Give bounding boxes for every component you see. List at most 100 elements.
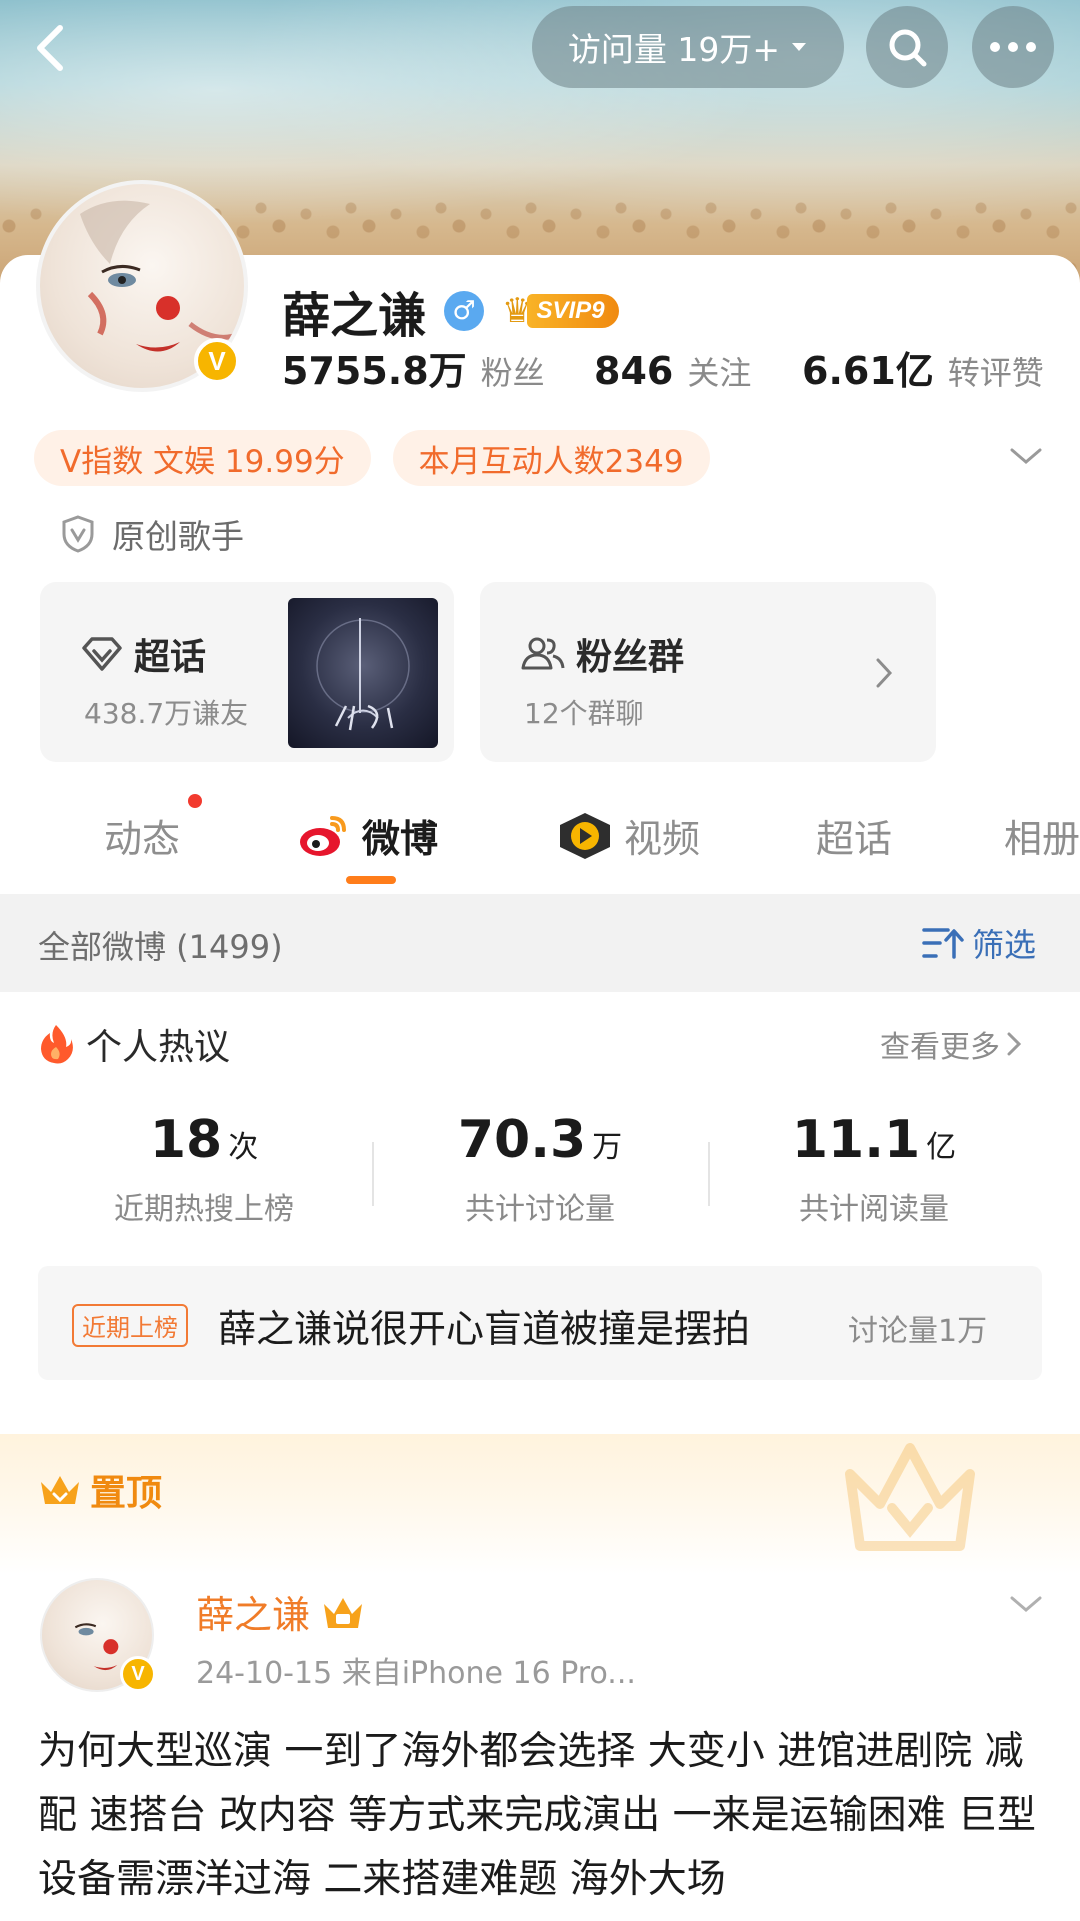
svip-crown-icon [324, 1597, 363, 1628]
fan-group-title: 粉丝群 [576, 637, 685, 678]
hot-stat-reads-desc: 共计阅读量 [799, 1192, 949, 1227]
tab-supertopic[interactable]: 超话 [816, 808, 892, 863]
supertopic-diamond-icon [82, 637, 122, 671]
stat-interactions-label: 转评赞 [947, 354, 1044, 392]
visit-count-button[interactable]: 访问量 19万+ [532, 6, 844, 88]
fan-group-card[interactable]: 粉丝群 12个群聊 [480, 582, 936, 762]
stat-followers-value: 5755.8万 [282, 349, 467, 393]
post-verified-badge: V [120, 1656, 156, 1692]
post-body-text[interactable]: 为何大型巡演 一到了海外都会选择 大变小 进馆进剧院 减配 速搭台 改内容 等方… [38, 1720, 1048, 1912]
svip-badge[interactable]: ♛ SVIP9 [502, 291, 619, 331]
stat-followers-label: 粉丝 [480, 354, 545, 392]
verification-row: 原创歌手 [60, 510, 244, 558]
hot-title: 个人热议 [86, 1027, 231, 1068]
divider [708, 1142, 710, 1206]
profile-tags: V指数 文娱 19.99分 本月互动人数2349 [34, 430, 710, 486]
pinned-label-row: 置顶 [38, 1464, 162, 1516]
crown-watermark-icon [845, 1443, 975, 1551]
tab-weibo-label: 微博 [362, 817, 439, 861]
weibo-logo-icon [300, 815, 346, 856]
back-button[interactable] [22, 18, 82, 78]
stat-interactions-value: 6.61亿 [802, 349, 934, 393]
visit-count-label: 访问量 19万+ [567, 30, 781, 69]
supertopic-card[interactable]: 超话 438.7万谦友 [40, 582, 454, 762]
chevron-right-icon [876, 658, 893, 688]
personal-hot-section: 个人热议 查看更多 18 次 近期热搜上榜 70.3 万 共计讨论量 11.1 亿 共… [0, 992, 1080, 1408]
filter-sort-icon [922, 928, 964, 959]
svip-label: SVIP9 [526, 294, 619, 328]
pinned-header: 置顶 [0, 1434, 1080, 1574]
stat-following-label: 关注 [687, 354, 752, 392]
profile-name: 薛之谦 [282, 288, 427, 344]
chevron-down-icon [1010, 1596, 1042, 1612]
feed-filter-bar: 全部微博 (1499) 筛选 [0, 894, 1080, 992]
post-author-name[interactable]: 薛之谦 [196, 1584, 310, 1639]
v-index-tag[interactable]: V指数 文娱 19.99分 [34, 430, 371, 486]
tab-album-label: 相册 [1004, 817, 1080, 861]
hot-stat-discussion: 70.3 万 共计讨论量 [410, 1110, 670, 1228]
all-posts-count[interactable]: 全部微博 (1499) [38, 922, 283, 968]
video-play-icon [560, 812, 610, 859]
hot-stat-trending-value: 18 [149, 1110, 223, 1170]
expand-profile-button[interactable] [1008, 444, 1044, 468]
stat-followers[interactable]: 5755.8万 粉丝 [282, 340, 610, 395]
stat-interactions[interactable]: 6.61亿 转评赞 [802, 340, 1044, 395]
chevron-down-icon [1010, 448, 1042, 464]
active-tab-indicator [346, 876, 396, 884]
hot-stat-trending-desc: 近期热搜上榜 [114, 1192, 294, 1227]
post-author-row: 薛之谦 [196, 1584, 366, 1639]
stat-following[interactable]: 846 关注 [594, 348, 818, 394]
stat-following-value: 846 [594, 349, 674, 393]
hot-stat-reads-value: 11.1 [791, 1110, 921, 1170]
tab-video-label: 视频 [624, 817, 701, 861]
fan-group-people-icon [521, 637, 565, 670]
more-button[interactable] [972, 6, 1054, 88]
more-dots-icon [990, 42, 1036, 52]
tab-supertopic-label: 超话 [816, 817, 893, 861]
view-more-link[interactable]: 查看更多 [880, 1022, 1022, 1066]
profile-stats: 5755.8万 粉丝 846 关注 6.61亿 转评赞 [282, 340, 1080, 395]
hot-title-row: 个人热议 [38, 1018, 230, 1070]
verified-badge: V [194, 338, 240, 384]
supertopic-title: 超话 [134, 637, 207, 678]
hot-stat-discussion-desc: 共计讨论量 [465, 1192, 615, 1227]
notification-dot [188, 794, 202, 808]
hot-stat-discussion-unit: 万 [592, 1130, 623, 1165]
filter-button[interactable]: 筛选 [922, 920, 1036, 966]
fan-group-title-row: 粉丝群 [520, 628, 684, 680]
back-arrow-icon [37, 25, 63, 71]
profile-name-row: 薛之谦 ♂ ♛ SVIP9 [282, 276, 619, 346]
verification-text: 原创歌手 [112, 517, 244, 556]
hot-stat-trending-unit: 次 [228, 1130, 259, 1165]
album-cover-art [316, 618, 410, 731]
supertopic-subtitle: 438.7万谦友 [84, 697, 249, 730]
shield-v-icon [62, 515, 94, 553]
view-more-label: 查看更多 [880, 1030, 1000, 1065]
post-meta: 24-10-15 来自iPhone 16 Pro... [196, 1656, 636, 1691]
tab-album[interactable]: 相册 [1004, 808, 1080, 863]
hot-search-text: 薛之谦说很开心盲道被撞是摆拍 [218, 1307, 751, 1351]
filter-label: 筛选 [972, 926, 1037, 964]
tab-activity[interactable]: 动态 [104, 808, 180, 863]
pinned-label: 置顶 [90, 1473, 163, 1514]
tab-weibo[interactable]: 微博 [296, 808, 438, 863]
hot-search-discussion: 讨论量1万 [848, 1314, 988, 1349]
hot-search-item[interactable]: 近期上榜 薛之谦说很开心盲道被撞是摆拍 讨论量1万 [38, 1266, 1042, 1380]
search-button[interactable] [866, 6, 948, 88]
monthly-interaction-tag[interactable]: 本月互动人数2349 [392, 430, 710, 486]
hot-stat-reads-unit: 亿 [926, 1130, 957, 1165]
hot-stat-discussion-value: 70.3 [457, 1110, 587, 1170]
tab-video[interactable]: 视频 [556, 808, 700, 863]
supertopic-title-row: 超话 [80, 628, 206, 680]
caret-down-icon [792, 43, 807, 51]
recent-rank-badge: 近期上榜 [72, 1304, 188, 1347]
search-icon [889, 29, 927, 67]
pin-crown-icon [41, 1476, 79, 1504]
profile-avatar-wrap[interactable]: V [36, 180, 248, 392]
hot-stat-reads: 11.1 亿 共计阅读量 [744, 1110, 1004, 1228]
flame-icon [41, 1025, 73, 1064]
fan-group-subtitle: 12个群聊 [524, 697, 644, 730]
post-menu-button[interactable] [1008, 1592, 1044, 1616]
tab-activity-label: 动态 [104, 817, 181, 861]
male-gender-icon: ♂ [444, 291, 485, 331]
